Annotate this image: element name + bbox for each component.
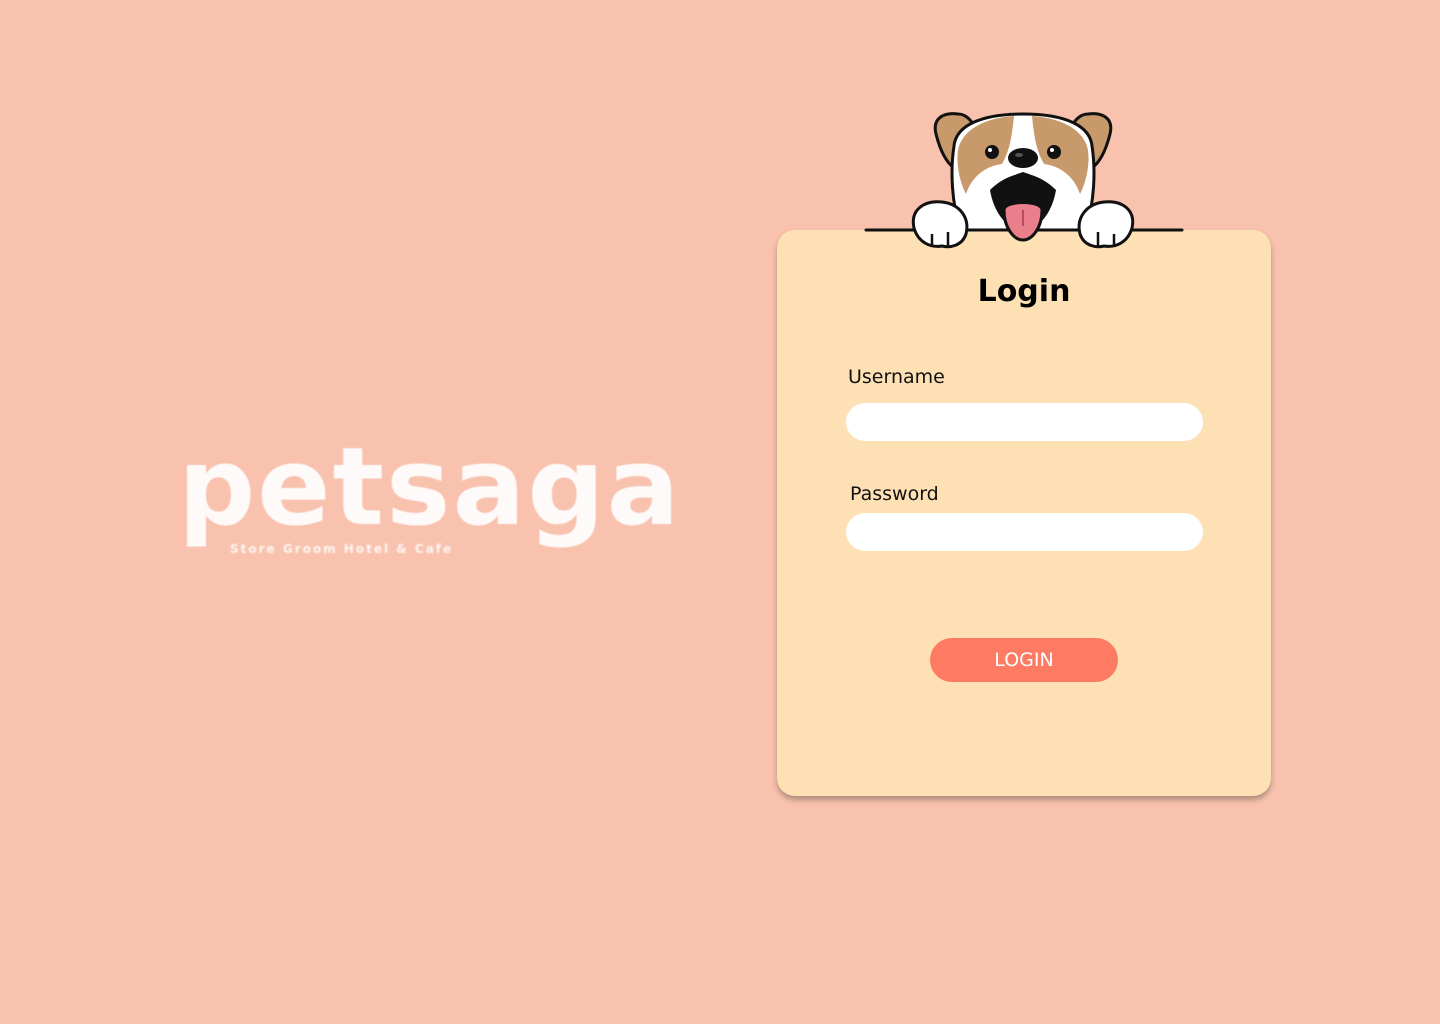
username-label: Username (848, 366, 945, 388)
login-button[interactable]: LOGIN (930, 638, 1118, 682)
password-input[interactable] (846, 513, 1203, 551)
dog-mascot-icon (864, 112, 1184, 249)
petsaga-logo: petsaga Store Groom Hotel & Cafe (178, 432, 682, 572)
logo-wordmark: petsaga (178, 425, 682, 550)
login-card: Login Username Password LOGIN (777, 230, 1271, 796)
password-label: Password (850, 483, 939, 505)
username-input[interactable] (846, 403, 1203, 441)
login-page: petsaga Store Groom Hotel & Cafe Login U… (0, 0, 1440, 1024)
login-title: Login (977, 274, 1071, 309)
logo-tagline: Store Groom Hotel & Cafe (230, 542, 454, 556)
